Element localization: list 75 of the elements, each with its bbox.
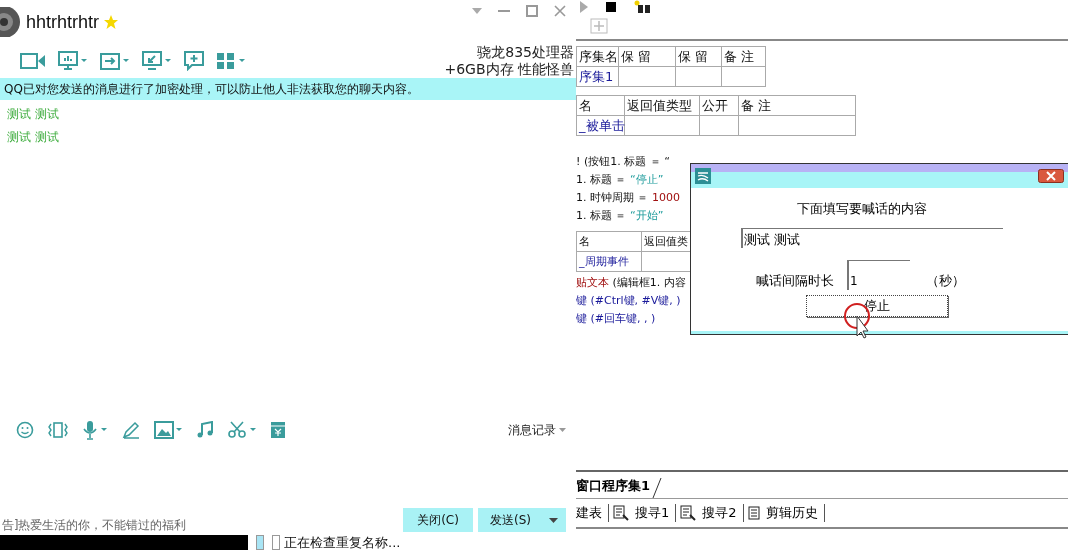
interval-label: 喊话间隔时长	[756, 272, 834, 290]
close-button[interactable]: 关闭(C)	[403, 508, 473, 532]
table-cell	[721, 66, 766, 87]
contact-name: hhtrhtrhtr	[26, 11, 100, 33]
maximize-icon[interactable]	[526, 5, 538, 17]
monitor-icon[interactable]	[58, 51, 88, 71]
table-header: 备 注	[738, 95, 856, 116]
table-cell	[699, 115, 739, 136]
toolbar-tab[interactable]: 搜寻1	[635, 504, 670, 522]
microphone-icon[interactable]	[82, 420, 108, 440]
chat-message: 测试 测试	[7, 129, 59, 146]
table-header: 备 注	[721, 46, 766, 67]
dropdown-icon[interactable]	[472, 8, 482, 14]
interval-field[interactable]: 1	[847, 260, 910, 290]
table-header: 保 留	[618, 46, 676, 67]
code-line: 1. 时钟周期 ＝ 1000	[576, 190, 680, 206]
chat-plus-icon[interactable]	[184, 51, 204, 71]
vibrate-icon[interactable]	[48, 421, 68, 439]
table-header: 返回值类型	[624, 95, 700, 116]
table-cell	[618, 66, 676, 87]
table-cell: _周期事件	[576, 251, 642, 272]
search-icon[interactable]	[613, 505, 629, 521]
status-box	[256, 535, 264, 550]
pen-icon[interactable]	[122, 421, 140, 439]
close-icon[interactable]	[1038, 169, 1064, 183]
code-line: 1. 标题 ＝ “停止”	[576, 172, 664, 188]
video-camera-icon[interactable]	[20, 52, 46, 70]
caret-icon	[559, 428, 566, 432]
ad-text: 骁龙835处理器	[477, 44, 574, 61]
ad-link[interactable]: 告]热爱生活的你，不能错过的福利	[0, 518, 187, 535]
grid-icon[interactable]	[216, 52, 246, 70]
table-header: 保 留	[675, 46, 722, 67]
stop-icon[interactable]	[606, 1, 616, 12]
search-icon[interactable]	[680, 505, 697, 521]
image-icon[interactable]	[154, 421, 182, 439]
code-line: ! (按钮1. 标题 ＝ “	[576, 154, 670, 170]
code-line: 键 (#Ctrl键, #V键, )	[576, 293, 681, 309]
ad-text: +6GB内存 性能怪兽	[444, 61, 574, 78]
table-header: 名	[576, 231, 642, 252]
status-box	[272, 535, 280, 550]
toolbar-tab[interactable]: 建表	[576, 504, 602, 522]
table-header: 名	[576, 95, 625, 116]
code-line: 贴文本 (编辑框1. 内容	[576, 275, 686, 291]
table-cell: _被单击	[576, 115, 625, 136]
tab-divider	[652, 478, 663, 498]
table-cell: 序集1	[576, 66, 619, 87]
folder-arrow-icon[interactable]	[100, 51, 130, 71]
screen-share-icon[interactable]	[142, 51, 172, 71]
toolbar-tab[interactable]: 剪辑历史	[765, 504, 818, 522]
encryption-notice: QQ已对您发送的消息进行了加密处理，可以防止他人非法获取您的聊天内容。	[0, 78, 576, 100]
status-text: 正在检查重复名称...	[284, 533, 401, 550]
file-tab[interactable]: 窗口程序集1	[576, 477, 653, 498]
app-icon	[695, 168, 711, 184]
unit-label: （秒）	[926, 272, 965, 290]
message-history-button[interactable]: 消息记录	[508, 421, 566, 439]
code-line: 键 (#回车键, , )	[576, 311, 656, 327]
toolbar-tab[interactable]: 搜寻2	[702, 504, 737, 522]
chat-message: 测试 测试	[7, 106, 59, 123]
avatar-icon	[0, 7, 22, 37]
envelope-icon[interactable]	[270, 421, 286, 439]
send-button[interactable]: 发送(S)	[478, 508, 566, 532]
scissors-icon[interactable]	[228, 421, 256, 439]
smiley-icon[interactable]	[16, 421, 34, 439]
music-note-icon[interactable]	[196, 421, 214, 439]
table-header: 公开	[699, 95, 739, 116]
table-cell	[675, 66, 722, 87]
star-icon	[103, 14, 120, 30]
play-icon[interactable]	[580, 0, 588, 13]
message-field[interactable]: 测试 测试	[741, 228, 1003, 248]
table-header: 序集名	[576, 46, 619, 67]
binoculars-icon[interactable]	[634, 0, 652, 14]
prompt-label: 下面填写要喊话的内容	[797, 200, 927, 218]
caret-icon	[549, 517, 558, 523]
document-icon[interactable]	[747, 506, 760, 520]
code-line: 1. 标题 ＝ “开始”	[576, 208, 664, 224]
